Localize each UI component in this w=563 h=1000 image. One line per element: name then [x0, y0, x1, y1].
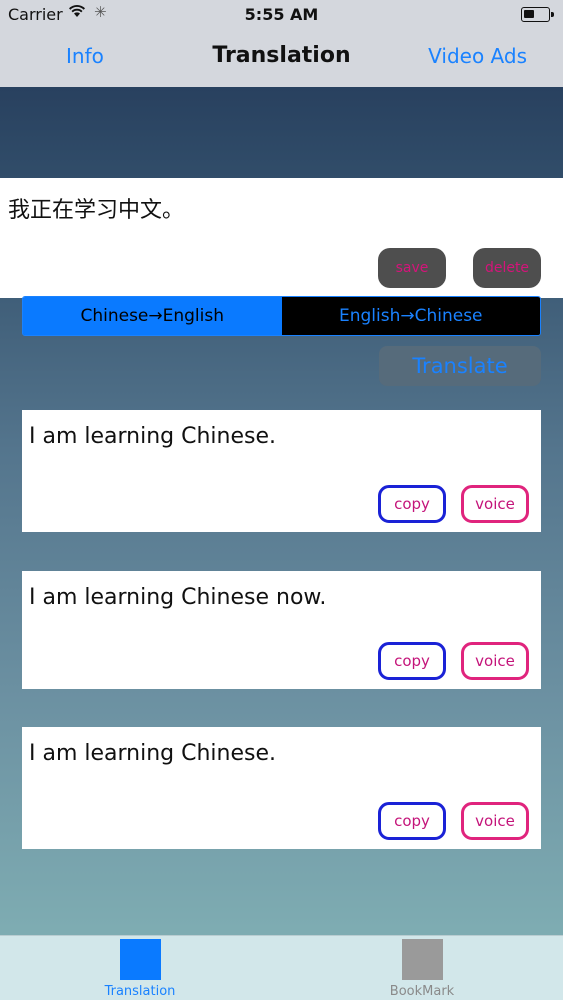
source-text-area[interactable]: 我正在学习中文。 save delete — [0, 178, 563, 298]
voice-button[interactable]: voice — [461, 642, 529, 680]
top-bar: Carrier ✳ 5:55 AM Info Translation Video… — [0, 0, 563, 87]
result-text: I am learning Chinese. — [29, 741, 277, 766]
voice-button[interactable]: voice — [461, 802, 529, 840]
tab-bookmark[interactable]: BookMark — [362, 936, 482, 1000]
source-text[interactable]: 我正在学习中文。 — [8, 192, 184, 224]
status-time: 5:55 AM — [244, 5, 319, 24]
copy-button[interactable]: copy — [378, 642, 446, 680]
save-button[interactable]: save — [378, 248, 446, 288]
result-text: I am learning Chinese now. — [29, 585, 327, 610]
direction-segmented-control: Chinese→English English→Chinese — [22, 296, 541, 336]
tab-label: Translation — [104, 984, 176, 999]
translate-button[interactable]: Translate — [379, 346, 541, 386]
result-card: I am learning Chinese. copy voice — [22, 727, 541, 849]
video-ads-button[interactable]: Video Ads — [428, 44, 527, 68]
status-bar: Carrier ✳ 5:55 AM — [0, 0, 563, 30]
copy-button[interactable]: copy — [378, 802, 446, 840]
delete-button[interactable]: delete — [473, 248, 541, 288]
tab-translation[interactable]: Translation — [80, 936, 200, 1000]
tab-bar: Translation BookMark — [0, 935, 563, 1000]
voice-button[interactable]: voice — [461, 485, 529, 523]
copy-button[interactable]: copy — [378, 485, 446, 523]
tab-label: BookMark — [389, 984, 455, 999]
bookmark-tab-icon — [402, 939, 443, 980]
result-text: I am learning Chinese. — [29, 424, 277, 449]
result-card: I am learning Chinese. copy voice — [22, 410, 541, 532]
segment-chinese-english[interactable]: Chinese→English — [23, 297, 282, 335]
battery-icon — [521, 7, 554, 22]
result-card: I am learning Chinese now. copy voice — [22, 571, 541, 689]
translation-tab-icon — [120, 939, 161, 980]
segment-english-chinese[interactable]: English→Chinese — [281, 297, 540, 335]
